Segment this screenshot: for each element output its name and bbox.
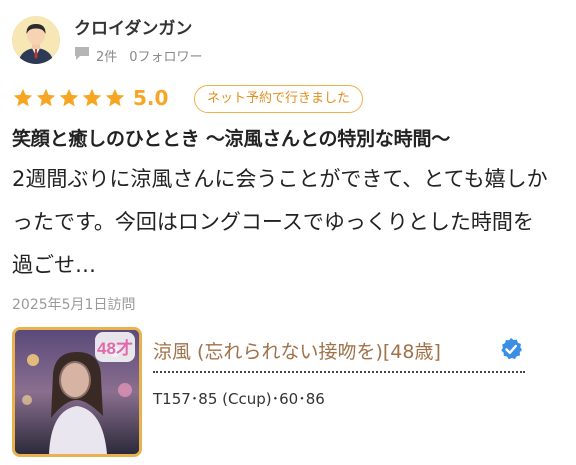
user-meta: 2件 0フォロワー	[74, 46, 203, 65]
rating-value: 5.0	[133, 86, 169, 110]
comment-icon	[74, 46, 90, 65]
review-body[interactable]: 2週間ぶりに涼風さんに会うことができて、とても嬉しかったです。今回はロングコース…	[12, 158, 552, 287]
svg-text:48才: 48才	[97, 338, 133, 358]
follower-count[interactable]: 0フォロワー	[129, 46, 202, 65]
cast-name[interactable]: 涼風 (忘れられない接吻を)[48歳]	[153, 337, 441, 364]
age-stamp-icon: 48才	[95, 332, 135, 362]
user-name[interactable]: クロイダンガン	[74, 14, 192, 39]
net-reservation-badge: ネット予約で行きました	[194, 85, 364, 113]
star-icon	[36, 88, 56, 107]
divider	[153, 371, 525, 373]
star-icon	[82, 88, 102, 107]
visit-date: 2025年5月1日訪問	[12, 297, 136, 313]
rating-stars: 5.0	[12, 86, 168, 110]
review-count: 2件	[96, 50, 118, 65]
user-avatar[interactable]	[12, 16, 60, 64]
star-icon	[13, 88, 33, 107]
cast-stats: T157･85 (Ccup)･60･86	[153, 390, 325, 408]
verified-check-icon	[501, 338, 522, 360]
star-icon	[105, 88, 125, 107]
user-avatar-icon	[12, 16, 60, 64]
star-icon	[59, 88, 79, 107]
cast-photo[interactable]: 48才	[12, 327, 142, 457]
review-title[interactable]: 笑顔と癒しのひととき 〜涼風さんとの特別な時間〜	[12, 124, 567, 151]
